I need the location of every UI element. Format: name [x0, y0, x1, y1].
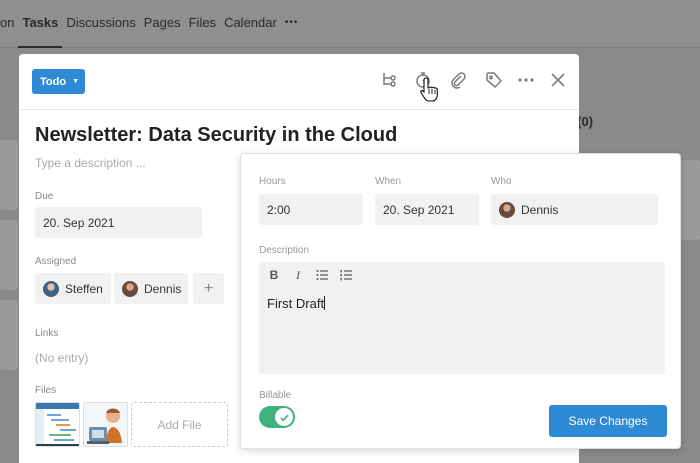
assigned-label: Assigned: [35, 256, 77, 267]
project-tabs: on Tasks Discussions Pages Files Calenda…: [0, 14, 302, 48]
when-label: When: [375, 176, 402, 187]
links-label: Links: [35, 328, 59, 339]
tab-discussions[interactable]: Discussions: [62, 14, 139, 34]
hours-input[interactable]: 2:00: [259, 194, 363, 225]
file-thumbnail[interactable]: [83, 402, 128, 447]
due-label: Due: [35, 191, 54, 202]
task-title[interactable]: Newsletter: Data Security in the Cloud: [35, 124, 397, 147]
board-card: [0, 140, 18, 210]
board-card: [0, 300, 18, 370]
tab-files[interactable]: Files: [185, 14, 220, 34]
task-description-input[interactable]: Type a description ...: [35, 156, 146, 170]
pointer-cursor-icon: [419, 76, 441, 104]
assignee-chip[interactable]: Dennis: [114, 273, 188, 304]
add-file-button[interactable]: Add File: [131, 402, 228, 447]
caret-down-icon: ▼: [72, 78, 79, 85]
tag-icon[interactable]: [485, 71, 503, 89]
numbered-list-icon[interactable]: [339, 268, 353, 282]
billable-toggle[interactable]: [259, 406, 295, 428]
bullet-list-icon[interactable]: [315, 268, 329, 282]
more-icon[interactable]: [517, 71, 535, 89]
assignee-name: Dennis: [144, 281, 182, 296]
board-card: [681, 160, 700, 240]
avatar: [122, 280, 138, 297]
tab-pages[interactable]: Pages: [140, 14, 185, 34]
assignee-name: Steffen: [65, 281, 103, 296]
who-label: Who: [491, 176, 512, 187]
time-entry-popover: Hours 2:00 When 20. Sep 2021 Who Dennis …: [240, 153, 681, 449]
description-label: Description: [259, 245, 310, 256]
status-label: Todo: [40, 75, 67, 88]
check-icon: [275, 408, 293, 426]
who-name: Dennis: [521, 202, 559, 217]
links-empty-text: (No entry): [35, 351, 89, 365]
add-assignee-button[interactable]: +: [193, 273, 224, 304]
subtask-icon[interactable]: [380, 71, 398, 89]
hours-label: Hours: [259, 176, 286, 187]
due-date-field[interactable]: 20. Sep 2021: [35, 207, 202, 238]
billable-label: Billable: [259, 390, 292, 401]
avatar: [499, 201, 515, 218]
close-icon[interactable]: [549, 71, 567, 89]
paperclip-icon[interactable]: [449, 71, 467, 89]
bold-button[interactable]: B: [267, 268, 281, 282]
tab-overview[interactable]: on: [0, 14, 18, 34]
avatar: [43, 280, 59, 297]
italic-button[interactable]: I: [291, 268, 305, 282]
save-changes-button[interactable]: Save Changes: [549, 405, 667, 437]
assignee-chip[interactable]: Steffen: [35, 273, 111, 304]
status-dropdown[interactable]: Todo ▼: [32, 69, 85, 94]
files-label: Files: [35, 385, 57, 396]
tab-tasks[interactable]: Tasks: [18, 14, 63, 48]
modal-header: Todo ▼: [19, 54, 579, 110]
board-card: [0, 220, 18, 290]
tab-more[interactable]: •••: [281, 14, 303, 34]
when-date-field[interactable]: 20. Sep 2021: [375, 194, 479, 225]
tab-calendar[interactable]: Calendar: [220, 14, 281, 34]
who-selector[interactable]: Dennis: [491, 194, 658, 225]
description-text: First Draft: [267, 296, 326, 311]
file-thumbnail[interactable]: [35, 402, 80, 447]
description-editor[interactable]: B I First Draft: [259, 262, 665, 374]
app-topbar: on Tasks Discussions Pages Files Calenda…: [0, 0, 700, 48]
